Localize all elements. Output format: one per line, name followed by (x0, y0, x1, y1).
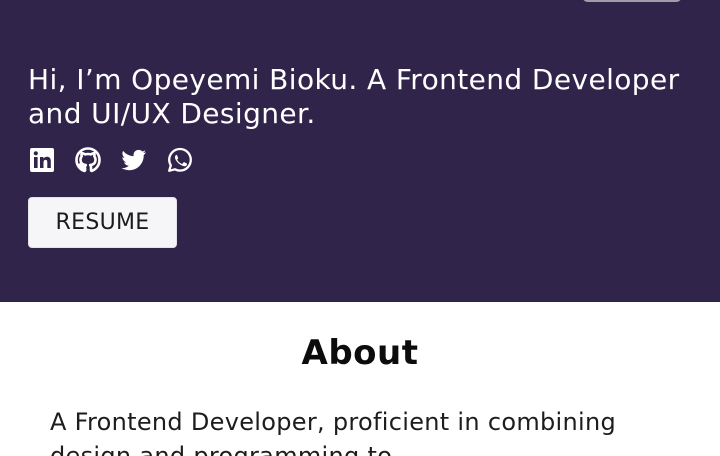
hero-section: Hi, I’m Opeyemi Bioku. A Frontend Develo… (0, 0, 720, 302)
nav-menu-button[interactable] (582, 0, 682, 2)
about-text: A Frontend Developer, proficient in comb… (50, 408, 617, 456)
whatsapp-link[interactable] (166, 146, 194, 174)
linkedin-icon (29, 147, 55, 173)
twitter-icon (120, 147, 148, 173)
hero-title: Hi, I’m Opeyemi Bioku. A Frontend Develo… (28, 63, 680, 130)
resume-button[interactable]: RESUME (28, 197, 177, 248)
github-icon (74, 146, 102, 174)
about-heading: About (301, 333, 419, 373)
github-link[interactable] (74, 146, 102, 174)
portfolio-page: Hi, I’m Opeyemi Bioku. A Frontend Develo… (0, 0, 720, 456)
social-links (28, 146, 194, 174)
about-section: About A Frontend Developer, proficient i… (0, 302, 720, 456)
twitter-link[interactable] (120, 146, 148, 174)
whatsapp-icon (166, 146, 194, 174)
linkedin-link[interactable] (28, 146, 56, 174)
